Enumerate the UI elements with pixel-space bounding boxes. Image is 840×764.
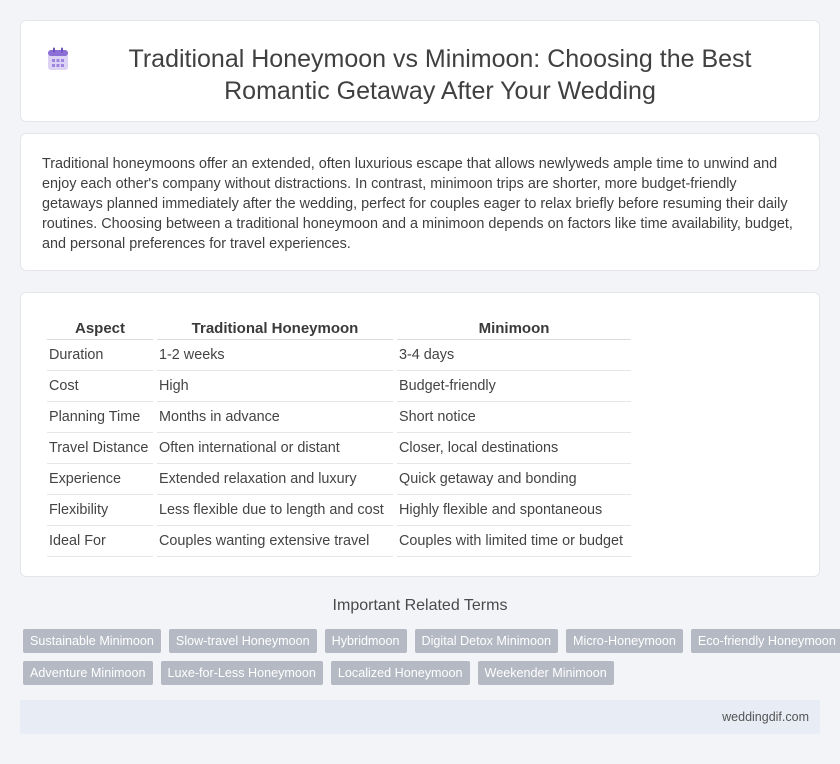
table-cell: Planning Time (47, 402, 153, 433)
table-cell: Less flexible due to length and cost (157, 495, 393, 526)
table-cell: Highly flexible and spontaneous (397, 495, 631, 526)
site-name[interactable]: weddingdif.com (722, 710, 809, 724)
table-cell: Travel Distance (47, 433, 153, 464)
table-cell: Budget-friendly (397, 371, 631, 402)
table-row: Ideal For Couples wanting extensive trav… (47, 526, 631, 557)
table-cell: Cost (47, 371, 153, 402)
table-cell: Flexibility (47, 495, 153, 526)
table-cell: Couples with limited time or budget (397, 526, 631, 557)
page-title: Traditional Honeymoon vs Minimoon: Choos… (128, 45, 752, 105)
table-row: Travel Distance Often international or d… (47, 433, 631, 464)
header-traditional: Traditional Honeymoon (157, 317, 393, 340)
table-cell: Often international or distant (157, 433, 393, 464)
table-header-row: Aspect Traditional Honeymoon Minimoon (47, 317, 631, 340)
footer: weddingdif.com (20, 700, 820, 734)
table-row: Cost High Budget-friendly (47, 371, 631, 402)
header-minimoon: Minimoon (397, 317, 631, 340)
table-cell: Short notice (397, 402, 631, 433)
intro-paragraph: Traditional honeymoons offer an extended… (42, 156, 793, 252)
table-row: Experience Extended relaxation and luxur… (47, 464, 631, 495)
header-card: Traditional Honeymoon vs Minimoon: Choos… (20, 20, 820, 122)
table-row: Planning Time Months in advance Short no… (47, 402, 631, 433)
header-aspect: Aspect (47, 317, 153, 340)
table-cell: High (157, 371, 393, 402)
table-cell: Duration (47, 340, 153, 371)
related-terms-list: Sustainable Minimoon Slow-travel Honeymo… (23, 629, 840, 693)
term-tag[interactable]: Luxe-for-Less Honeymoon (160, 661, 323, 685)
related-terms-heading: Important Related Terms (332, 597, 508, 614)
table-cell: Ideal For (47, 526, 153, 557)
table-cell: Extended relaxation and luxury (157, 464, 393, 495)
term-tag[interactable]: Adventure Minimoon (23, 661, 153, 685)
comparison-table: Aspect Traditional Honeymoon Minimoon Du… (43, 317, 635, 557)
term-tag[interactable]: Weekender Minimoon (477, 661, 614, 685)
table-cell: 1-2 weeks (157, 340, 393, 371)
table-row: Flexibility Less flexible due to length … (47, 495, 631, 526)
intro-card: Traditional honeymoons offer an extended… (20, 133, 820, 271)
term-tag[interactable]: Digital Detox Minimoon (414, 629, 559, 653)
table-cell: Experience (47, 464, 153, 495)
table-cell: 3-4 days (397, 340, 631, 371)
table-row: Duration 1-2 weeks 3-4 days (47, 340, 631, 371)
table-cell: Closer, local destinations (397, 433, 631, 464)
term-tag[interactable]: Micro-Honeymoon (566, 629, 683, 653)
table-cell: Couples wanting extensive travel (157, 526, 393, 557)
table-cell: Months in advance (157, 402, 393, 433)
term-tag[interactable]: Eco-friendly Honeymoon (690, 629, 840, 653)
term-tag[interactable]: Hybridmoon (324, 629, 407, 653)
term-tag[interactable]: Sustainable Minimoon (23, 629, 161, 653)
comparison-card: Aspect Traditional Honeymoon Minimoon Du… (20, 292, 820, 577)
term-tag[interactable]: Slow-travel Honeymoon (168, 629, 317, 653)
term-tag[interactable]: Localized Honeymoon (330, 661, 470, 685)
table-cell: Quick getaway and bonding (397, 464, 631, 495)
